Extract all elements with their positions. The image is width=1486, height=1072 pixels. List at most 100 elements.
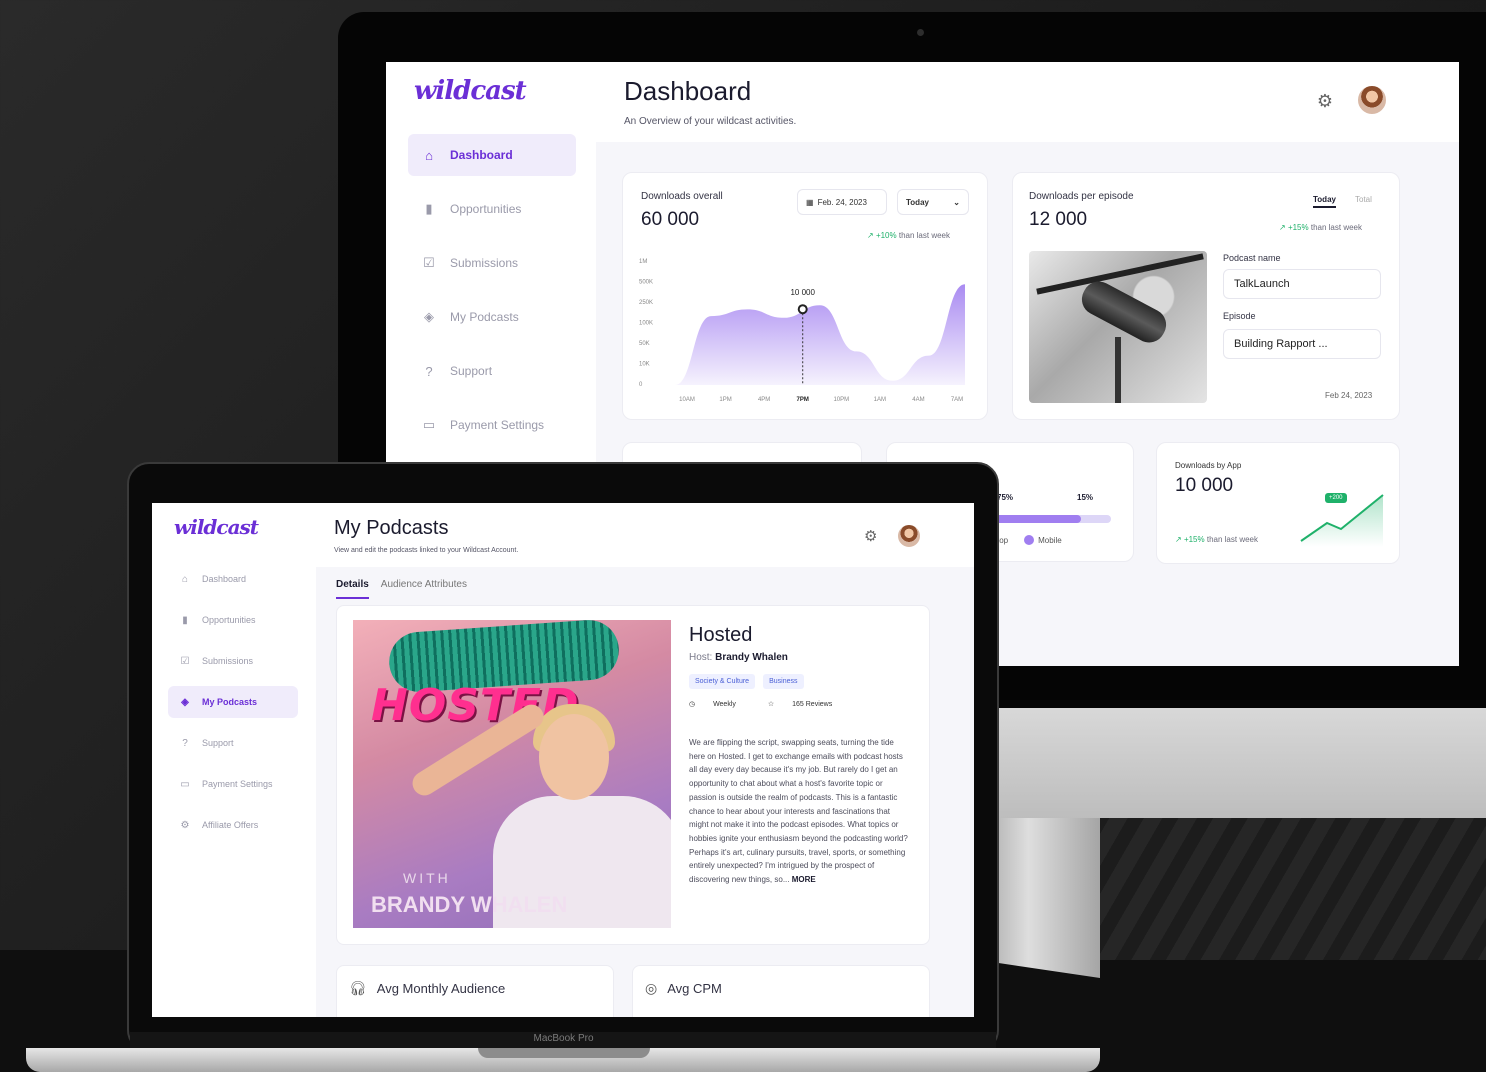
podcasts-header: My Podcasts View and edit the podcasts l… [316, 503, 974, 567]
podcast-meta: ◷ Weekly ☆ 165 Reviews [689, 700, 864, 708]
apps-badge: +200 [1325, 493, 1347, 503]
highlight-label: 10 000 [790, 288, 815, 297]
more-link[interactable]: MORE [792, 875, 816, 884]
episode-field[interactable]: Building Rapport ... [1223, 329, 1381, 359]
avatar[interactable] [896, 523, 922, 549]
y-tick-label: 100K [639, 321, 653, 327]
sidebar-item-my-podcasts[interactable]: ◈ My Podcasts [168, 686, 298, 718]
tab-audience-attributes[interactable]: Audience Attributes [381, 579, 467, 599]
sidebar-item-affiliate-offers[interactable]: ⚙ Affiliate Offers [168, 809, 298, 841]
avg-cpm-card: ◎ Avg CPM [632, 965, 930, 1017]
tag-category[interactable]: Society & Culture [689, 674, 756, 689]
wildcast-logo[interactable]: wildcast [174, 515, 259, 539]
page-subtitle: View and edit the podcasts linked to you… [334, 547, 519, 554]
layers-icon: ◈ [424, 309, 434, 324]
x-tick-label: 1PM [719, 397, 731, 403]
tab-total[interactable]: Total [1355, 195, 1372, 204]
podcast-details-card: HOSTED WITH BRANDY WHALEN Hosted Host: B… [336, 605, 930, 945]
podcast-name-field[interactable]: TalkLaunch [1223, 269, 1381, 299]
range-select[interactable]: Today ⌄ [897, 189, 969, 215]
podcasts-sidebar: wildcast ⌂ Dashboard ▮ Opportunities ☑ S… [152, 503, 316, 1017]
apps-trend: ↗ +15% than last week [1175, 535, 1258, 544]
sidebar-item-label: Affiliate Offers [202, 820, 259, 830]
episode-label: Episode [1223, 311, 1256, 321]
downloads-label: Downloads overall [641, 191, 723, 202]
tab-details[interactable]: Details [336, 579, 369, 599]
stat-label: Avg Monthly Audience [376, 981, 506, 996]
sidebar-item-submissions[interactable]: ☑ Submissions [408, 242, 576, 284]
mic-arm [1036, 253, 1204, 295]
podcasts-nav: ⌂ Dashboard ▮ Opportunities ☑ Submission… [168, 563, 298, 850]
stat-label: Avg CPM [667, 981, 722, 996]
sidebar-item-payment-settings[interactable]: ▭ Payment Settings [408, 404, 576, 446]
tag-category[interactable]: Business [763, 674, 804, 689]
podcast-name-label: Podcast name [1223, 253, 1281, 263]
podcast-tags: Society & Culture Business [689, 674, 812, 689]
star-icon: ☆ [767, 701, 775, 708]
sidebar-item-dashboard[interactable]: ⌂ Dashboard [408, 134, 576, 176]
sidebar-item-label: My Podcasts [202, 697, 258, 707]
headphones-icon: 🎧︎ [349, 980, 367, 996]
sidebar-item-opportunities[interactable]: ▮ Opportunities [408, 188, 576, 230]
episode-downloads-label: Downloads per episode [1029, 191, 1134, 202]
y-tick-label: 0 [639, 382, 643, 388]
sidebar-item-label: Payment Settings [450, 418, 545, 432]
tab-today[interactable]: Today [1313, 195, 1336, 208]
sidebar-item-label: Opportunities [202, 615, 256, 625]
stat-title: ◎ Avg CPM [645, 980, 722, 997]
settings-gear-icon[interactable]: ⚙ [1314, 90, 1336, 112]
checkbox-icon: ☑ [423, 255, 435, 270]
sidebar-item-dashboard[interactable]: ⌂ Dashboard [168, 563, 298, 595]
downloads-overall-card: Downloads overall 60 000 ▦ Feb. 24, 2023… [622, 172, 988, 420]
date-picker[interactable]: ▦ Feb. 24, 2023 [797, 189, 887, 215]
home-icon: ⌂ [181, 573, 189, 585]
avatar[interactable] [1356, 84, 1388, 116]
podcast-cover-art: HOSTED WITH BRANDY WHALEN [353, 620, 671, 928]
layers-icon: ◈ [181, 696, 189, 708]
legend-dot-icon [1024, 535, 1035, 545]
y-tick-label: 250K [639, 300, 653, 306]
page-title: My Podcasts [334, 517, 449, 539]
device-pct-b: 15% [1077, 493, 1094, 502]
downloads-per-episode-card: Downloads per episode 12 000 Today Total… [1012, 172, 1400, 420]
sidebar-item-opportunities[interactable]: ▮ Opportunities [168, 604, 298, 636]
trend-text: than last week [898, 231, 950, 240]
trend-up-icon: ↗ [1279, 223, 1286, 232]
y-tick-label: 10K [639, 362, 650, 368]
chart-area [675, 284, 965, 385]
chevron-down-icon: ⌄ [953, 197, 960, 207]
sidebar-item-label: Dashboard [450, 148, 513, 162]
mic-stand [1115, 337, 1121, 403]
gear-icon: ⚙ [180, 819, 190, 831]
frequency: ◷ Weekly [689, 700, 752, 708]
sidebar-item-label: Submissions [450, 256, 519, 270]
y-tick-label: 50K [639, 341, 650, 347]
sidebar-item-label: Payment Settings [202, 779, 273, 789]
sidebar-item-support[interactable]: ? Support [168, 727, 298, 759]
podcast-description: We are flipping the script, swapping sea… [689, 736, 911, 887]
clock-icon: ◷ [689, 701, 696, 708]
episode-image [1029, 251, 1207, 403]
sidebar-item-my-podcasts[interactable]: ◈ My Podcasts [408, 296, 576, 338]
sidebar-item-support[interactable]: ? Support [408, 350, 576, 392]
description-text: We are flipping the script, swapping sea… [689, 738, 908, 885]
cover-host-name: BRANDY WHALEN [371, 892, 568, 917]
device-pct-a: 75% [997, 493, 1014, 502]
y-tick-label: 1M [639, 259, 647, 265]
highlight-point[interactable] [797, 304, 808, 315]
wildcast-logo[interactable]: wildcast [414, 76, 527, 106]
sidebar-item-submissions[interactable]: ☑ Submissions [168, 645, 298, 677]
host-label: Host: [689, 652, 713, 663]
host-name: Brandy Whalen [715, 652, 788, 663]
help-icon: ? [425, 363, 433, 379]
calendar-icon: ▦ [806, 197, 814, 207]
sidebar-item-payment-settings[interactable]: ▭ Payment Settings [168, 768, 298, 800]
x-tick-label: 4PM [758, 397, 770, 403]
downloads-area-chart[interactable]: 1M 500K 250K 100K 50K 10K 0 10 000 10AM 1PM 4PM 7… [635, 249, 975, 409]
y-tick-label: 500K [639, 280, 653, 286]
settings-gear-icon[interactable]: ⚙ [864, 527, 877, 545]
x-tick-label: 7PM [797, 397, 809, 403]
macbook-notch [478, 1048, 650, 1058]
dashboard-header: Dashboard An Overview of your wildcast a… [596, 62, 1459, 142]
reviews[interactable]: ☆ 165 Reviews [768, 700, 848, 708]
